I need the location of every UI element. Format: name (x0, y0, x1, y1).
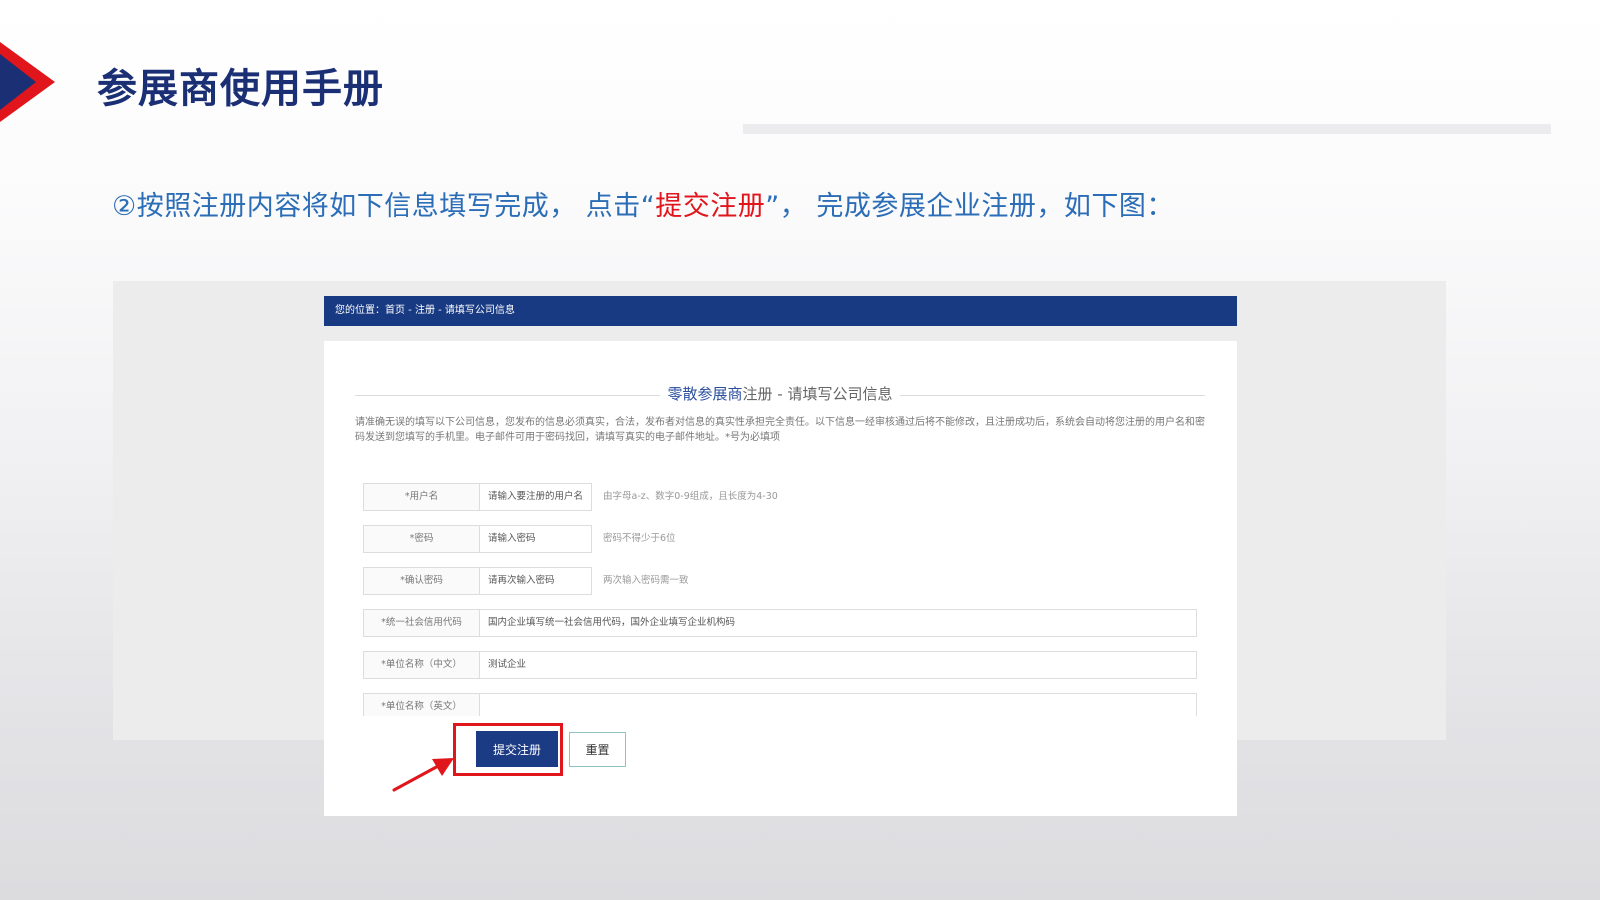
password-input[interactable]: 请输入密码 (479, 525, 592, 553)
submit-highlight-box (453, 723, 563, 776)
registration-form-panel: 零散参展商注册 - 请填写公司信息 请准确无误的填写以下公司信息，您发布的信息必… (324, 341, 1237, 716)
company-name-en-input[interactable] (479, 693, 1197, 716)
form-heading: 零散参展商注册 - 请填写公司信息 (355, 384, 1205, 404)
form-notice: 请准确无误的填写以下公司信息，您发布的信息必须真实，合法，发布者对信息的真实性承… (355, 417, 1205, 443)
reset-button[interactable]: 重置 (569, 732, 626, 767)
confirm-password-label: *确认密码 (363, 567, 480, 595)
company-name-cn-input[interactable]: 测试企业 (479, 651, 1197, 679)
username-label: *用户名 (363, 483, 480, 511)
title-divider (743, 124, 1551, 134)
instruction-text-end: ”， 完成参展企业注册，如下图： (765, 191, 1174, 222)
form-heading-rest: 注册 - 请填写公司信息 (742, 385, 893, 403)
breadcrumb: 您的位置：首页 - 注册 - 请填写公司信息 (324, 296, 1237, 326)
company-name-en-label: *单位名称（英文） (363, 693, 480, 716)
instruction-text-start: ②按照注册内容将如下信息填写完成， 点击“ (112, 191, 656, 222)
slide-title: 参展商使用手册 (97, 66, 384, 112)
instruction-highlight: 提交注册 (655, 191, 766, 222)
username-input[interactable]: 请输入要注册的用户名 (479, 483, 592, 511)
credit-code-label: *统一社会信用代码 (363, 609, 480, 637)
red-arrow-icon (392, 758, 454, 792)
company-name-cn-label: *单位名称（中文） (363, 651, 480, 679)
confirm-password-hint: 两次输入密码需一致 (603, 575, 689, 586)
username-hint: 由字母a-z、数字0-9组成，且长度为4-30 (603, 491, 778, 502)
confirm-password-input[interactable]: 请再次输入密码 (479, 567, 592, 595)
triangle-marker-icon (0, 42, 55, 122)
credit-code-input[interactable]: 国内企业填写统一社会信用代码，国外企业填写企业机构码 (479, 609, 1197, 637)
password-label: *密码 (363, 525, 480, 553)
instruction-text: ②按照注册内容将如下信息填写完成， 点击“提交注册”， 完成参展企业注册，如下图… (112, 184, 1174, 223)
form-heading-highlight: 零散参展商 (667, 385, 743, 403)
password-hint: 密码不得少于6位 (603, 533, 676, 544)
form-heading-wrap: 零散参展商注册 - 请填写公司信息 (355, 384, 1205, 404)
